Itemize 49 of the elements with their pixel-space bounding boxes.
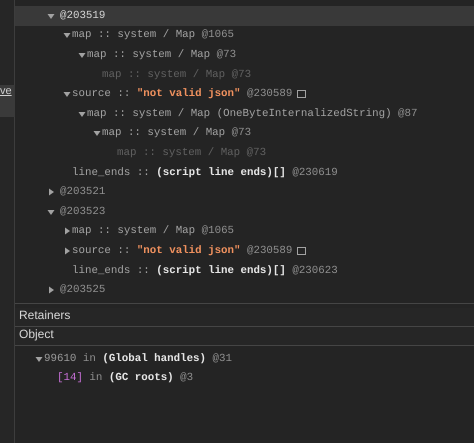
node-label: line_ends :: (script line ends)[] @230619 — [72, 166, 338, 179]
node-label: map :: system / Map @73 — [102, 127, 252, 140]
node-label: @203523 — [60, 206, 106, 218]
expanded-triangle-icon[interactable] — [93, 129, 101, 138]
expanded-triangle-icon[interactable] — [35, 354, 43, 363]
retainer-row[interactable]: 99610 in (Global handles) @31 — [15, 349, 474, 369]
expanded-triangle-icon[interactable] — [78, 50, 86, 59]
expanded-triangle-icon[interactable] — [63, 90, 71, 98]
retainer-row[interactable]: [14] in (GC roots) @3 — [15, 368, 474, 388]
retainer-label: 99610 in (Global handles) @31 — [44, 352, 232, 365]
node-label: map :: system / Map @73 — [117, 146, 266, 159]
collapsed-triangle-icon[interactable] — [63, 246, 71, 255]
heap-tree-row[interactable]: line_ends :: (script line ends)[] @230619 — [15, 162, 474, 182]
expanded-triangle-icon[interactable] — [47, 12, 55, 20]
expanded-triangle-icon[interactable] — [47, 208, 55, 216]
heap-tree-row[interactable]: @203519 — [15, 6, 474, 26]
collapsed-triangle-icon[interactable] — [47, 286, 55, 294]
node-label: source :: "not valid json" @230589 — [72, 88, 292, 100]
square-icon[interactable] — [297, 90, 306, 98]
node-label: map :: system / Map (OneByteInternalizedString) @87 — [87, 108, 418, 120]
heap-tree-row[interactable]: @203525 — [15, 280, 474, 300]
square-icon[interactable] — [297, 246, 306, 255]
heap-tree-row[interactable]: @203521 — [15, 182, 474, 202]
retainers-header[interactable]: Retainers — [15, 308, 474, 327]
node-label: source :: "not valid json" @230589 — [72, 244, 292, 257]
heap-tree-row[interactable]: map :: system / Map @73 — [15, 124, 474, 144]
heap-tree-row[interactable]: source :: "not valid json" @230589 — [15, 241, 474, 261]
expanded-triangle-icon[interactable] — [63, 31, 71, 40]
column-header[interactable]: Object — [15, 327, 474, 346]
heap-tree-row[interactable]: map :: system / Map @73 — [15, 45, 474, 65]
heap-tree-row[interactable]: source :: "not valid json" @230589 — [15, 84, 474, 104]
sidebar-link[interactable]: ve — [0, 85, 15, 117]
retainer-label: [14] in (GC roots) @3 — [57, 372, 194, 384]
heap-tree-row[interactable]: line_ends :: (script line ends)[] @230623 — [15, 260, 474, 280]
heap-tree-row[interactable]: map :: system / Map (OneByteInternalizedString) @87 — [15, 104, 474, 124]
heap-tree-row[interactable]: map :: system / Map @1065 — [15, 26, 474, 46]
node-label: @203519 — [60, 10, 106, 22]
node-label: map :: system / Map @1065 — [72, 29, 234, 42]
node-label: map :: system / Map @73 — [87, 48, 236, 61]
node-label: map :: system / Map @1065 — [72, 225, 234, 238]
node-label: @203525 — [60, 284, 106, 296]
node-label: @203521 — [60, 186, 106, 198]
heap-tree-row[interactable]: map :: system / Map @1065 — [15, 222, 474, 242]
node-label: line_ends :: (script line ends)[] @230623 — [72, 264, 338, 277]
collapsed-triangle-icon[interactable] — [47, 188, 55, 196]
heap-tree-row[interactable]: @203523 — [15, 202, 474, 222]
collapsed-triangle-icon[interactable] — [63, 227, 71, 236]
expanded-triangle-icon[interactable] — [78, 110, 86, 118]
node-label: map :: system / Map @73 — [102, 68, 252, 81]
